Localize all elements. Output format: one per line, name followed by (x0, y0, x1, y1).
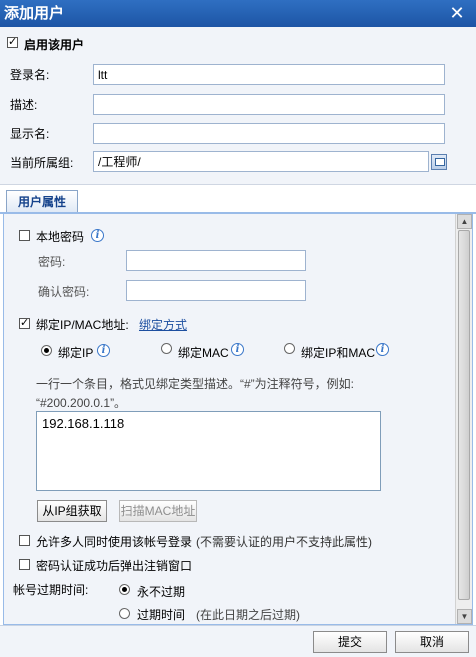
popup-logout-label: 密码认证成功后弹出注销窗口 (36, 559, 193, 573)
display-name-input[interactable] (93, 123, 445, 144)
multi-login-note: (不需要认证的用户不支持此属性) (196, 535, 372, 549)
expiry-label: 帐号过期时间: (13, 583, 89, 597)
user-properties-panel: 本地密码 i 密码: 确认密码: ✓ 绑定IP/MAC地址: 绑定方式 绑定IP… (3, 214, 473, 625)
bind-ip-and-mac-label: 绑定IP和MAC (301, 346, 376, 360)
info-icon[interactable]: i (376, 343, 389, 356)
expire-at-note: (在此日期之后过期) (196, 608, 300, 622)
login-name-label: 登录名: (10, 68, 50, 82)
bind-mac-radio[interactable] (161, 343, 172, 354)
info-icon[interactable]: i (231, 343, 244, 356)
bind-ip-and-mac-radio[interactable] (284, 343, 295, 354)
multi-login-label: 允许多人同时使用该帐号登录 (36, 535, 193, 549)
bind-ip-mac-label: 绑定IP/MAC地址: (36, 318, 129, 332)
bind-hint-line1: 一行一个条目，格式见绑定类型描述。“#”为注释符号，例如: (36, 377, 355, 391)
bind-ip-radio[interactable] (41, 345, 52, 356)
never-expire-radio[interactable] (119, 584, 130, 595)
window-title: 添加用户 (4, 5, 65, 22)
scroll-up-icon[interactable]: ▲ (457, 214, 472, 229)
display-name-label: 显示名: (10, 127, 50, 141)
user-basic-section: ✓ 启用该用户 登录名: 描述: 显示名: 当前所属组: (0, 27, 476, 185)
expire-at-label: 过期时间 (137, 608, 186, 622)
bind-hint-line2: “#200.200.0.1”。 (36, 396, 127, 410)
confirm-password-input[interactable] (126, 280, 306, 301)
enable-user-label: 启用该用户 (24, 38, 85, 52)
expire-at-radio[interactable] (119, 608, 130, 619)
bind-mac-label: 绑定MAC (178, 346, 229, 360)
enable-user-checkbox[interactable]: ✓ (7, 37, 18, 48)
group-input[interactable] (93, 151, 429, 172)
bind-entries-textarea[interactable]: 192.168.1.118 (36, 411, 381, 491)
panel-scrollbar[interactable]: ▲ ▼ (455, 214, 472, 624)
local-password-checkbox[interactable] (19, 230, 30, 241)
scan-mac-button[interactable]: 扫描MAC地址 (119, 500, 197, 522)
popup-logout-checkbox[interactable] (19, 559, 30, 570)
cancel-button[interactable]: 取消 (395, 631, 469, 653)
description-label: 描述: (10, 98, 38, 112)
close-icon[interactable]: ✕ (448, 4, 466, 22)
dialog-footer: 提交 取消 (0, 625, 476, 657)
password-label: 密码: (38, 255, 66, 269)
tab-strip: 用户属性 (0, 185, 476, 214)
info-icon[interactable]: i (91, 229, 104, 242)
login-name-input[interactable] (93, 64, 445, 85)
info-icon[interactable]: i (97, 344, 110, 357)
password-input[interactable] (126, 250, 306, 271)
group-label: 当前所属组: (10, 156, 74, 170)
scroll-thumb[interactable] (458, 230, 470, 600)
never-expire-label: 永不过期 (137, 585, 186, 599)
tab-user-properties[interactable]: 用户属性 (6, 190, 78, 214)
scroll-down-icon[interactable]: ▼ (457, 609, 472, 624)
multi-login-checkbox[interactable] (19, 535, 30, 546)
group-select-icon[interactable] (431, 154, 447, 170)
bind-ip-label: 绑定IP (58, 346, 94, 360)
submit-button[interactable]: 提交 (313, 631, 387, 653)
window-titlebar: 添加用户 ✕ (0, 0, 476, 27)
bind-method-link[interactable]: 绑定方式 (139, 316, 187, 333)
local-password-label: 本地密码 (36, 230, 85, 244)
bind-ip-mac-checkbox[interactable]: ✓ (19, 318, 30, 329)
description-input[interactable] (93, 94, 445, 115)
from-ip-group-button[interactable]: 从IP组获取 (37, 500, 107, 522)
confirm-password-label: 确认密码: (38, 285, 90, 299)
